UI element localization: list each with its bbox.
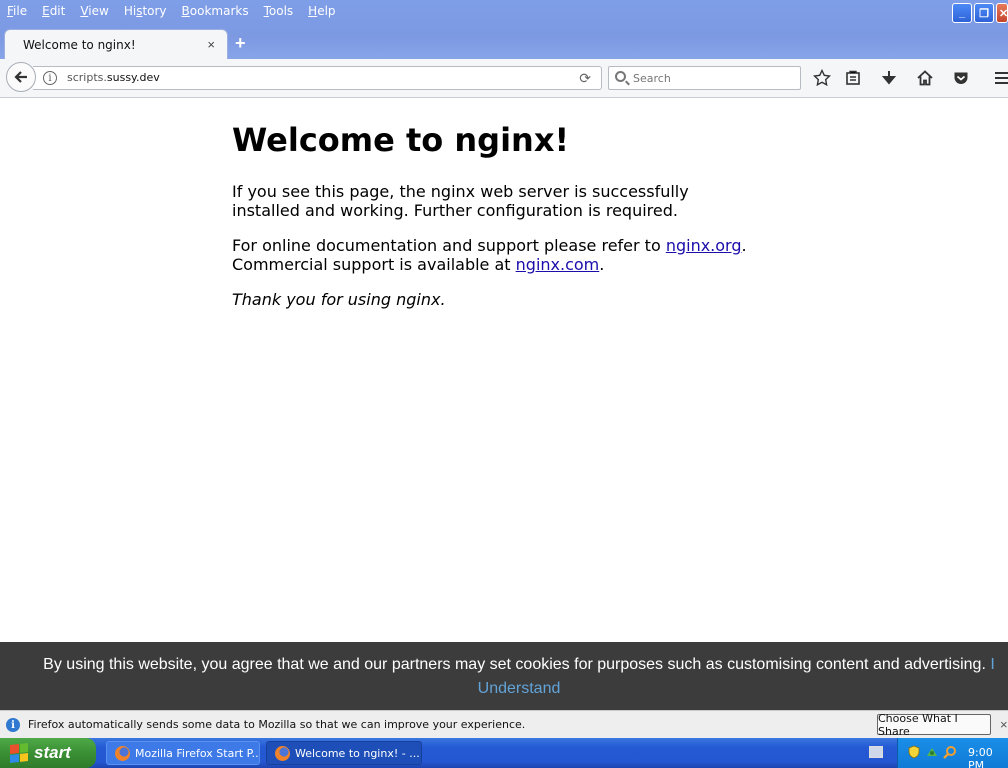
nginx-org-link[interactable]: nginx.org bbox=[666, 236, 742, 255]
tab-welcome-nginx[interactable]: Welcome to nginx! × bbox=[4, 29, 228, 59]
minimize-icon: _ bbox=[958, 7, 966, 19]
docs-paragraph: For online documentation and support ple… bbox=[232, 236, 747, 274]
tab-label: Welcome to nginx! bbox=[23, 37, 136, 52]
menu-file[interactable]: File bbox=[7, 4, 27, 18]
search-icon bbox=[615, 71, 626, 82]
cookie-banner: By using this website, you agree that we… bbox=[0, 642, 1008, 710]
close-icon: ✕ bbox=[999, 7, 1008, 20]
navigation-bar: i scripts.sussy.dev ⟳ Search bbox=[0, 59, 1008, 98]
taskbar-item-firefox-start[interactable]: Mozilla Firefox Start P... bbox=[106, 741, 260, 765]
start-button[interactable]: start bbox=[0, 738, 96, 768]
download-icon[interactable] bbox=[879, 68, 899, 88]
magnifier-icon[interactable] bbox=[943, 745, 957, 759]
menu-tools[interactable]: Tools bbox=[264, 4, 294, 18]
thanks-text: Thank you for using nginx. bbox=[232, 290, 446, 309]
data-notification-bar: i Firefox automatically sends some data … bbox=[0, 710, 1008, 738]
new-tab-icon[interactable]: + bbox=[235, 33, 251, 53]
browser-titlebar: File Edit View History Bookmarks Tools H… bbox=[0, 0, 1008, 62]
notification-close-icon[interactable]: × bbox=[1000, 717, 1008, 732]
windows-logo-icon bbox=[10, 743, 28, 763]
notification-text: Firefox automatically sends some data to… bbox=[28, 718, 526, 731]
hamburger-menu-icon[interactable] bbox=[992, 68, 1008, 88]
menu-history[interactable]: History bbox=[124, 4, 167, 18]
close-window-button[interactable]: ✕ bbox=[996, 3, 1008, 23]
search-input[interactable]: Search bbox=[608, 66, 801, 90]
back-arrow-icon bbox=[14, 71, 27, 83]
url-bar[interactable]: i scripts.sussy.dev ⟳ bbox=[33, 66, 602, 90]
restore-button[interactable]: ❐ bbox=[974, 3, 994, 23]
info-icon: i bbox=[6, 718, 20, 732]
taskbar-item-welcome-nginx[interactable]: Welcome to nginx! - ... bbox=[266, 741, 422, 765]
firefox-icon bbox=[275, 745, 290, 761]
network-icon[interactable] bbox=[925, 745, 939, 759]
url-text[interactable]: scripts.sussy.dev bbox=[67, 71, 160, 84]
keyboard-icon[interactable] bbox=[869, 746, 883, 758]
cookie-text: By using this website, you agree that we… bbox=[43, 656, 986, 673]
security-shield-icon[interactable] bbox=[907, 745, 921, 759]
home-icon[interactable] bbox=[915, 68, 935, 88]
restore-icon: ❐ bbox=[979, 7, 989, 20]
screen: File Edit View History Bookmarks Tools H… bbox=[0, 0, 1008, 768]
search-placeholder: Search bbox=[633, 72, 671, 85]
nginx-com-link[interactable]: nginx.com bbox=[516, 255, 600, 274]
page-content: Welcome to nginx! If you see this page, … bbox=[232, 120, 752, 325]
choose-what-i-share-button[interactable]: Choose What I Share bbox=[877, 712, 991, 738]
taskbar: start Mozilla Firefox Start P... Welcome… bbox=[0, 738, 1008, 768]
menu-edit[interactable]: Edit bbox=[42, 4, 65, 18]
start-label: start bbox=[34, 743, 71, 762]
pocket-icon[interactable] bbox=[951, 68, 971, 88]
minimize-button[interactable]: _ bbox=[952, 3, 972, 23]
bookmark-star-icon[interactable] bbox=[812, 68, 832, 88]
clock: 9:00 PM bbox=[968, 746, 993, 768]
bookmarks-menu-icon[interactable] bbox=[843, 68, 863, 88]
firefox-icon bbox=[115, 745, 130, 761]
menu-bookmarks[interactable]: Bookmarks bbox=[182, 4, 249, 18]
window-controls: _ ❐ ✕ bbox=[950, 3, 1008, 23]
intro-paragraph: If you see this page, the nginx web serv… bbox=[232, 182, 689, 220]
menu-help[interactable]: Help bbox=[308, 4, 335, 18]
menu-bar: File Edit View History Bookmarks Tools H… bbox=[0, 0, 351, 22]
menu-view[interactable]: View bbox=[80, 4, 108, 18]
reload-icon[interactable]: ⟳ bbox=[579, 70, 591, 87]
info-icon[interactable]: i bbox=[43, 71, 57, 85]
back-button[interactable] bbox=[6, 62, 36, 92]
tab-close-icon[interactable]: × bbox=[207, 37, 215, 52]
page-title: Welcome to nginx! bbox=[232, 121, 570, 159]
